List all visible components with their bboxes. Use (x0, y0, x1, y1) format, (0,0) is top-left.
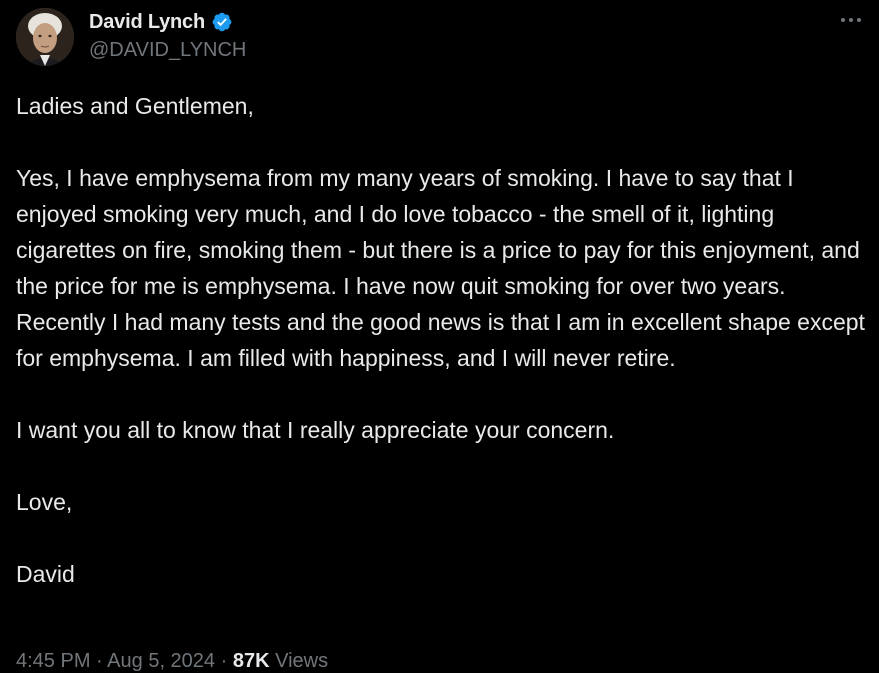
author-handle[interactable]: @DAVID_LYNCH (89, 39, 246, 62)
more-options-icon[interactable] (836, 8, 866, 32)
tweet-paragraph-signature: David (16, 561, 75, 587)
tweet-text: Ladies and Gentlemen, Yes, I have emphys… (16, 88, 866, 592)
tweet-paragraph-appreciation: I want you all to know that I really app… (16, 417, 615, 443)
verified-badge-icon[interactable] (211, 11, 233, 33)
tweet-date[interactable]: Aug 5, 2024 (107, 650, 215, 672)
author-avatar[interactable] (16, 8, 74, 66)
display-name[interactable]: David Lynch (89, 11, 205, 34)
tweet: David Lynch @DAVID_LYNCH Ladies and Gent… (0, 0, 879, 672)
tweet-time[interactable]: 4:45 PM (16, 650, 90, 672)
views-count: 87K (232, 650, 270, 672)
author-name-row[interactable]: David Lynch (89, 9, 233, 35)
views-label: Views (275, 650, 329, 672)
avatar-portrait-icon (16, 8, 74, 66)
tweet-paragraph-main: Yes, I have emphysema from my many years… (16, 165, 872, 371)
meta-separator: · (220, 650, 233, 672)
tweet-paragraph-closing: Love, (16, 489, 73, 515)
meta-separator: · (96, 650, 108, 672)
tweet-paragraph-greeting: Ladies and Gentlemen, (16, 93, 254, 119)
